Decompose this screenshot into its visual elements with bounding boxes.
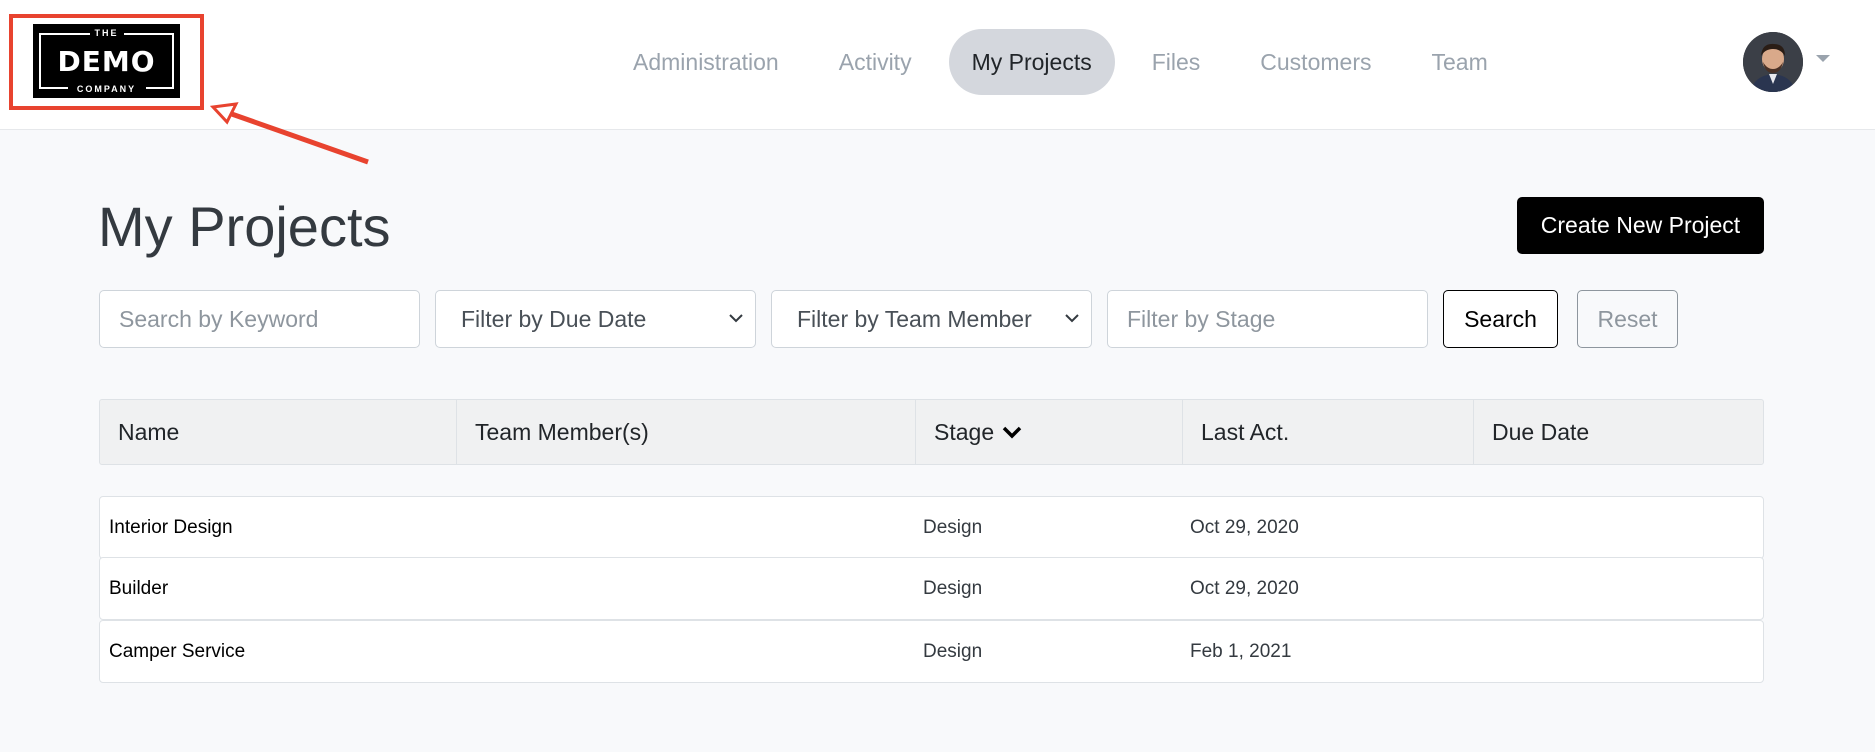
project-stage: Design	[923, 577, 983, 599]
chevron-down-icon	[729, 314, 743, 323]
column-header-stage[interactable]: Stage	[915, 400, 1182, 464]
stage-filter-input[interactable]: Filter by Stage	[1107, 290, 1428, 348]
user-avatar[interactable]	[1743, 32, 1803, 92]
annotation-arrow-icon	[210, 102, 369, 165]
table-row[interactable]: Builder Design Oct 29, 2020	[99, 557, 1764, 620]
keyword-search-input[interactable]: Search by Keyword	[99, 290, 420, 348]
reset-button[interactable]: Reset	[1577, 290, 1678, 348]
nav-team[interactable]: Team	[1408, 29, 1510, 95]
nav-my-projects[interactable]: My Projects	[948, 29, 1115, 95]
project-stage: Design	[923, 516, 983, 538]
nav-files[interactable]: Files	[1129, 29, 1224, 95]
column-header-name[interactable]: Name	[100, 400, 456, 464]
project-last-activity: Oct 29, 2020	[1190, 577, 1299, 599]
project-last-activity: Feb 1, 2021	[1190, 640, 1292, 662]
sort-chevron-down-icon	[1002, 426, 1022, 439]
user-photo-icon	[1743, 32, 1803, 92]
column-header-due-date[interactable]: Due Date	[1473, 400, 1763, 464]
table-row[interactable]: Interior Design Design Oct 29, 2020	[99, 496, 1764, 559]
due-date-filter-label: Filter by Due Date	[461, 305, 647, 332]
page-title: My Projects	[98, 195, 391, 258]
team-member-filter-select[interactable]: Filter by Team Member	[771, 290, 1092, 348]
create-new-project-button[interactable]: Create New Project	[1517, 197, 1764, 254]
project-name[interactable]: Interior Design	[109, 497, 233, 558]
team-member-filter-label: Filter by Team Member	[797, 305, 1032, 332]
column-header-last-activity[interactable]: Last Act.	[1182, 400, 1473, 464]
column-header-label: Last Act.	[1201, 418, 1290, 445]
logo-highlight-box	[9, 14, 204, 110]
project-stage: Design	[923, 640, 983, 662]
table-header: Name Team Member(s) Stage Last Act. Due …	[99, 399, 1764, 465]
chevron-down-icon	[1065, 314, 1079, 323]
main-nav: Administration Activity My Projects File…	[610, 29, 1525, 95]
due-date-filter-select[interactable]: Filter by Due Date	[435, 290, 756, 348]
project-last-activity: Oct 29, 2020	[1190, 516, 1299, 538]
column-header-label: Team Member(s)	[475, 418, 649, 445]
column-header-label: Name	[118, 418, 180, 445]
project-name[interactable]: Builder	[109, 558, 168, 619]
nav-activity[interactable]: Activity	[816, 29, 935, 95]
column-header-label: Due Date	[1492, 418, 1590, 445]
column-header-team-members[interactable]: Team Member(s)	[456, 400, 915, 464]
top-navbar: THE DEMO COMPANY Administration Activity…	[0, 0, 1875, 165]
caret-down-icon[interactable]	[1816, 55, 1830, 62]
project-name[interactable]: Camper Service	[109, 621, 245, 682]
table-row[interactable]: Camper Service Design Feb 1, 2021	[99, 620, 1764, 683]
search-button[interactable]: Search	[1443, 290, 1558, 348]
nav-customers[interactable]: Customers	[1237, 29, 1394, 95]
nav-administration[interactable]: Administration	[610, 29, 802, 95]
column-header-label: Stage	[934, 418, 995, 445]
